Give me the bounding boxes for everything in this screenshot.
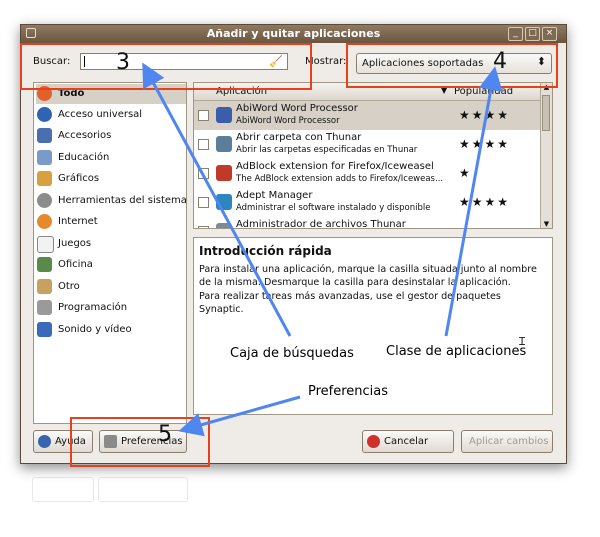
annotation-arrows [142,62,503,437]
app-class-annotation: Clase de aplicaciones [386,344,527,359]
arrow-to-preferences [178,395,301,437]
search-box-annotation: Caja de búsquedas [230,346,354,361]
arrow-to-show [444,66,503,337]
preferences-annotation: Preferencias [308,384,389,399]
arrow-to-search [142,62,292,337]
